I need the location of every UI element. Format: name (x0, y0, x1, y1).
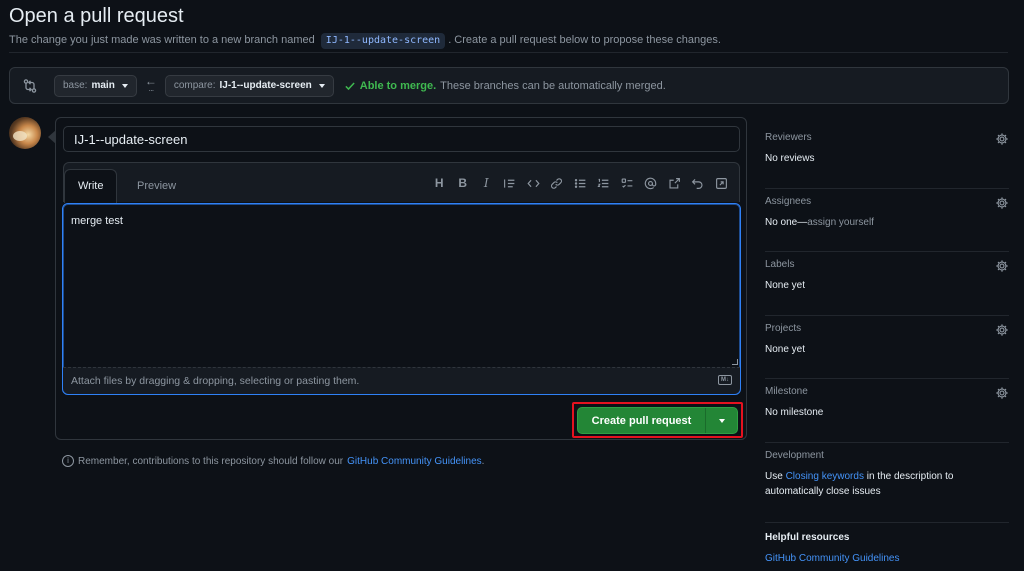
page-header: Open a pull request The change you just … (9, 4, 1009, 49)
chevron-down-icon (121, 83, 128, 88)
compare-branch-selector[interactable]: compare: IJ-1--update-screen (164, 74, 334, 97)
avatar (9, 117, 41, 149)
task-list-icon[interactable] (616, 175, 640, 191)
sidebar-milestone: Milestone No milestone (765, 379, 1009, 443)
assignees-none: No one— (765, 216, 808, 228)
gear-icon[interactable] (995, 196, 1009, 210)
merge-status-title: Able to merge. (359, 79, 437, 92)
attach-files-bar[interactable]: Attach files by dragging & dropping, sel… (63, 367, 740, 394)
create-pull-request-button[interactable]: Create pull request (578, 408, 706, 433)
branch-name-code: IJ-1--update-screen (320, 33, 446, 49)
sidebar-reviewers: Reviewers No reviews (765, 125, 1009, 189)
sidebar-labels: Labels None yet (765, 252, 1009, 316)
sidebar-development: Development Use Closing keywords in the … (765, 443, 1009, 523)
sidebar: Reviewers No reviews Assignees No one—as… (765, 125, 1009, 564)
info-icon: i (62, 455, 74, 467)
link-icon[interactable] (545, 175, 569, 191)
guidelines-note-end: . (481, 455, 485, 467)
sidebar-projects: Projects None yet (765, 316, 1009, 379)
helpful-resources-heading: Helpful resources (765, 531, 850, 543)
closing-keywords-link[interactable]: Closing keywords (786, 471, 864, 482)
bold-icon[interactable]: B (451, 175, 475, 191)
assign-yourself-link[interactable]: assign yourself (807, 217, 874, 228)
development-text: Use Closing keywords in the description … (765, 469, 1009, 499)
helpful-guidelines-link[interactable]: GitHub Community Guidelines (765, 553, 900, 564)
unordered-list-icon[interactable] (569, 175, 593, 191)
reviewers-heading[interactable]: Reviewers (765, 132, 1009, 143)
italic-icon[interactable]: I (475, 175, 499, 191)
base-branch-name: main (91, 80, 115, 91)
guidelines-note: i Remember, contributions to this reposi… (62, 455, 484, 467)
mention-icon[interactable] (639, 175, 663, 191)
milestone-heading[interactable]: Milestone (765, 386, 1009, 397)
assignees-heading[interactable]: Assignees (765, 196, 1009, 207)
development-text-before: Use (765, 470, 783, 482)
merge-status: Able to merge. These branches can be aut… (344, 80, 666, 92)
reference-icon[interactable] (663, 175, 687, 191)
compare-branch-name: IJ-1--update-screen (219, 80, 312, 91)
create-options-dropdown[interactable] (706, 408, 737, 433)
code-icon[interactable] (522, 175, 546, 191)
community-guidelines-link[interactable]: GitHub Community Guidelines (347, 456, 482, 467)
guidelines-note-text: Remember, contributions to this reposito… (78, 455, 344, 467)
resize-handle[interactable] (732, 359, 738, 365)
attach-files-hint: Attach files by dragging & dropping, sel… (71, 375, 360, 387)
page-title: Open a pull request (9, 5, 184, 27)
check-icon (345, 81, 355, 90)
subtitle-text: The change you just made was written to … (9, 34, 315, 46)
tab-write[interactable]: Write (64, 169, 118, 203)
sidebar-assignees: Assignees No one—assign yourself (765, 189, 1009, 252)
page-subtitle: The change you just made was written to … (9, 33, 1009, 49)
pull-request-form: Write Preview H B I merge test Attach fi… (48, 117, 747, 440)
sidebar-helpful-resources: Helpful resources GitHub Community Guide… (765, 523, 1009, 564)
projects-heading[interactable]: Projects (765, 323, 1009, 334)
heading-icon[interactable]: H (428, 175, 452, 191)
assignees-value: No one—assign yourself (765, 217, 1009, 228)
gear-icon[interactable] (995, 323, 1009, 337)
chevron-down-icon (318, 83, 325, 88)
merge-status-text: These branches can be automatically merg… (440, 79, 666, 92)
description-text[interactable]: merge test (71, 215, 123, 227)
ordered-list-icon[interactable] (592, 175, 616, 191)
git-compare-icon (23, 78, 37, 93)
gear-icon[interactable] (995, 259, 1009, 273)
compare-prefix: compare: (173, 80, 216, 91)
base-branch-selector[interactable]: base: main (54, 74, 137, 97)
editor-tabs: Write Preview H B I (63, 162, 740, 203)
create-pull-request-button-group: Create pull request (577, 407, 738, 434)
reviewers-value: No reviews (765, 153, 815, 164)
projects-value: None yet (765, 343, 806, 355)
title-input[interactable] (63, 126, 740, 152)
arrow-left-icon: ← ··· (144, 73, 157, 95)
development-heading: Development (765, 449, 824, 461)
description-textarea[interactable]: merge test Attach files by dragging & dr… (62, 203, 741, 395)
header-divider (9, 52, 1008, 53)
markdown-icon[interactable]: M↓ (718, 375, 732, 385)
gear-icon[interactable] (995, 386, 1009, 400)
labels-heading[interactable]: Labels (765, 259, 1009, 270)
tab-preview[interactable]: Preview (124, 170, 189, 203)
undo-icon[interactable] (686, 175, 710, 191)
quote-icon[interactable] (498, 175, 522, 191)
fullscreen-icon[interactable] (710, 175, 734, 191)
base-prefix: base: (63, 80, 88, 91)
markdown-toolbar: H B I (428, 175, 734, 191)
labels-value: None yet (765, 280, 806, 291)
chevron-down-icon (718, 418, 725, 423)
subtitle-text-end: . Create a pull request below to propose… (448, 34, 721, 46)
compare-bar: base: main ← ··· compare: IJ-1--update-sc… (9, 67, 1009, 104)
gear-icon[interactable] (995, 132, 1009, 146)
milestone-value: No milestone (765, 407, 824, 418)
